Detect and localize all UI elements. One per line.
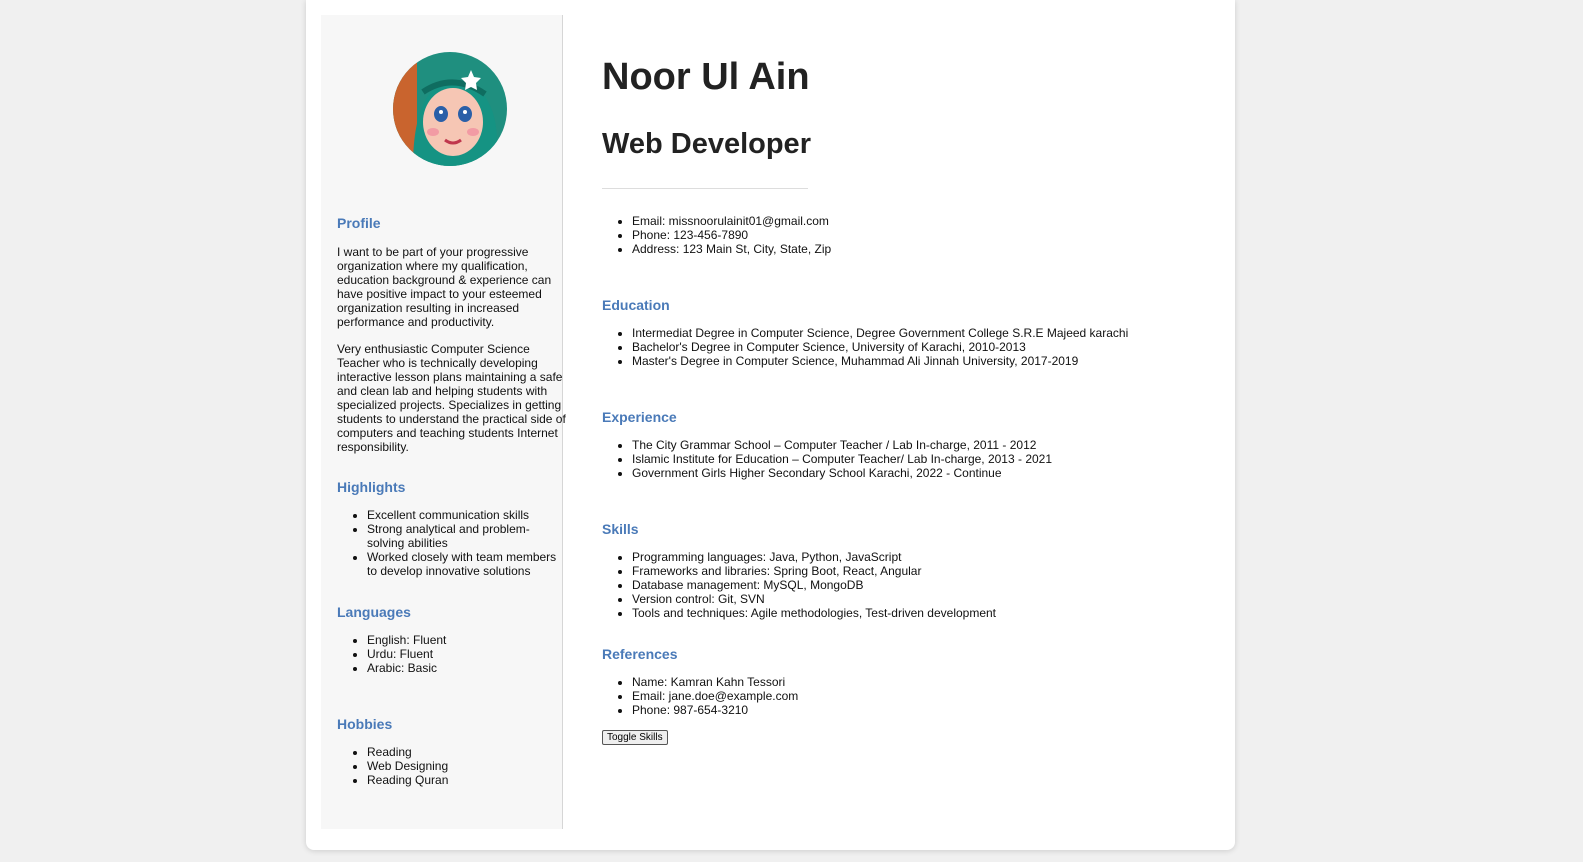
- skills-heading: Skills: [602, 521, 639, 537]
- list-item: Reading Quran: [367, 773, 562, 787]
- profile-avatar: [393, 52, 507, 166]
- toggle-skills-button[interactable]: Toggle Skills: [602, 730, 668, 745]
- experience-list: The City Grammar School – Computer Teach…: [602, 438, 1202, 480]
- list-item: The City Grammar School – Computer Teach…: [632, 438, 1202, 452]
- list-item: Phone: 987-654-3210: [632, 703, 1202, 717]
- list-item: Excellent communication skills: [367, 508, 562, 522]
- list-item: Database management: MySQL, MongoDB: [632, 578, 1202, 592]
- list-item: Frameworks and libraries: Spring Boot, R…: [632, 564, 1202, 578]
- list-item: Tools and techniques: Agile methodologie…: [632, 606, 1202, 620]
- list-item: Intermediat Degree in Computer Science, …: [632, 326, 1202, 340]
- languages-heading: Languages: [337, 604, 411, 620]
- list-item: Bachelor's Degree in Computer Science, U…: [632, 340, 1202, 354]
- profile-heading: Profile: [337, 215, 381, 231]
- list-item: Address: 123 Main St, City, State, Zip: [632, 242, 1202, 256]
- list-item: Web Designing: [367, 759, 562, 773]
- job-title: Web Developer: [602, 128, 811, 160]
- list-item: Version control: Git, SVN: [632, 592, 1202, 606]
- list-item: Arabic: Basic: [367, 661, 562, 675]
- person-name: Noor Ul Ain: [602, 56, 810, 98]
- list-item: Strong analytical and problem-solving ab…: [367, 522, 562, 550]
- list-item: Worked closely with team members to deve…: [367, 550, 562, 578]
- list-item: Reading: [367, 745, 562, 759]
- list-item: Islamic Institute for Education – Comput…: [632, 452, 1202, 466]
- experience-heading: Experience: [602, 409, 677, 425]
- list-item: Programming languages: Java, Python, Jav…: [632, 550, 1202, 564]
- profile-paragraph-2: Very enthusiastic Computer Science Teach…: [337, 342, 566, 454]
- list-item: Email: jane.doe@example.com: [632, 689, 1202, 703]
- highlights-heading: Highlights: [337, 479, 406, 495]
- hobbies-list: Reading Web Designing Reading Quran: [337, 745, 562, 787]
- education-heading: Education: [602, 297, 670, 313]
- list-item: English: Fluent: [367, 633, 562, 647]
- list-item: Urdu: Fluent: [367, 647, 562, 661]
- list-item: Master's Degree in Computer Science, Muh…: [632, 354, 1202, 368]
- sidebar: Profile I want to be part of your progre…: [321, 15, 566, 829]
- education-list: Intermediat Degree in Computer Science, …: [602, 326, 1202, 368]
- list-item: Name: Kamran Kahn Tessori: [632, 675, 1202, 689]
- references-list: Name: Kamran Kahn Tessori Email: jane.do…: [602, 675, 1202, 717]
- hobbies-heading: Hobbies: [337, 716, 393, 732]
- list-item: Email: missnoorulainit01@gmail.com: [632, 214, 1202, 228]
- list-item: Government Girls Higher Secondary School…: [632, 466, 1202, 480]
- highlights-list: Excellent communication skills Strong an…: [337, 508, 562, 578]
- list-item: Phone: 123-456-7890: [632, 228, 1202, 242]
- skills-list: Programming languages: Java, Python, Jav…: [602, 550, 1202, 620]
- resume-card: Profile I want to be part of your progre…: [306, 0, 1235, 850]
- contact-list: Email: missnoorulainit01@gmail.com Phone…: [602, 214, 1202, 256]
- divider: [602, 188, 808, 189]
- languages-list: English: Fluent Urdu: Fluent Arabic: Bas…: [337, 633, 562, 675]
- profile-paragraph-1: I want to be part of your progressive or…: [337, 245, 552, 329]
- references-heading: References: [602, 646, 678, 662]
